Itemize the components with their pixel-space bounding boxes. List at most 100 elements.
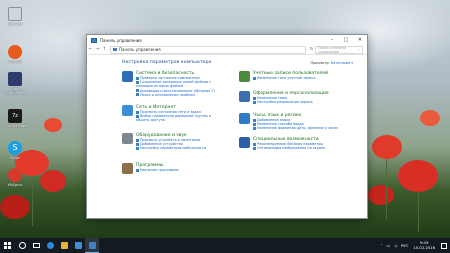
desktop-icon-skype[interactable]: S Skype xyxy=(2,141,28,160)
recycle-bin-icon xyxy=(8,7,22,21)
category-icon[interactable] xyxy=(122,105,133,116)
control-panel-icon xyxy=(113,48,117,51)
category-link[interactable]: Изменение форматов даты, времени и чисел xyxy=(253,126,338,130)
up-arrow-icon[interactable]: ↑ xyxy=(101,47,108,52)
taskbar-search-button[interactable] xyxy=(15,238,29,253)
start-button[interactable] xyxy=(0,238,15,253)
title-bar[interactable]: Панель управления – □ ✕ xyxy=(87,35,367,45)
category-icon[interactable] xyxy=(239,137,250,148)
notification-icon[interactable] xyxy=(441,242,447,249)
skype-icon: S xyxy=(8,141,22,155)
category-link[interactable]: Удаление программы xyxy=(136,168,179,172)
category-icon[interactable] xyxy=(239,91,250,102)
shield-icon xyxy=(136,89,139,93)
shield-icon xyxy=(136,138,139,142)
category-link[interactable]: Сохранение резервных копий файлов с помо… xyxy=(136,80,222,88)
breadcrumb-label: Панель управления xyxy=(119,47,161,52)
category-link-label: Сохранение резервных копий файлов с помо… xyxy=(136,80,212,89)
refresh-icon[interactable]: ↻ xyxy=(308,47,315,52)
back-arrow-icon[interactable]: ← xyxy=(87,47,94,52)
network-icon[interactable]: ▭ xyxy=(386,243,390,248)
desktop-icon-recycle-bin[interactable]: Корзина xyxy=(2,7,28,26)
category-icon[interactable] xyxy=(122,163,133,174)
desktop-icon-therar[interactable]: TheRAR xyxy=(2,45,28,64)
poppy xyxy=(0,195,30,219)
desktop-icon-label: Корзина xyxy=(7,22,23,26)
category-link-label: Настройка разрешения экрана xyxy=(257,100,313,105)
kmspico-icon xyxy=(8,168,22,182)
minimize-button[interactable]: – xyxy=(325,35,339,45)
category-link[interactable]: Настройка параметров мобильности xyxy=(136,146,206,150)
windows-icon xyxy=(4,242,11,249)
close-button[interactable]: ✕ xyxy=(353,35,367,45)
breadcrumb[interactable]: Панель управления xyxy=(110,45,306,54)
category-icon[interactable] xyxy=(239,71,250,82)
category: Часы, язык и регион Добавление языка Измен… xyxy=(239,113,354,131)
store-icon xyxy=(74,242,82,249)
maximize-button[interactable]: □ xyxy=(339,35,353,45)
category: Система и безопасность Проверка состояния… xyxy=(122,71,222,97)
therar-icon xyxy=(8,45,22,59)
search-icon xyxy=(18,242,26,249)
category-link[interactable]: Изменение типа учетной записи xyxy=(253,76,328,80)
taskbar-store[interactable] xyxy=(71,238,85,253)
poppy xyxy=(40,170,66,192)
desktop-icon-label: Total Commander xyxy=(4,87,26,95)
category-link-label: Поиск и исправление проблем xyxy=(140,92,195,97)
clock[interactable]: 9:09 15.02.2016 xyxy=(413,240,435,250)
search-placeholder: Поиск в панели управления xyxy=(318,45,346,54)
shield-icon xyxy=(253,96,256,100)
edge-icon xyxy=(46,242,54,249)
stem xyxy=(32,176,33,226)
7zip-icon: 7z xyxy=(8,109,22,123)
poppy xyxy=(420,110,440,126)
system-tray: ˄ ▭ ◁ РУС 9:09 15.02.2016 xyxy=(379,238,450,253)
category-link-label: Изменение форматов даты, времени и чисел xyxy=(257,126,338,131)
window-title: Панель управления xyxy=(100,37,142,43)
taskbar-edge[interactable] xyxy=(43,238,57,253)
search-input[interactable]: Поиск в панели управления ⌕ xyxy=(315,45,363,54)
language-indicator[interactable]: РУС xyxy=(401,243,408,248)
category-link[interactable]: Поиск и исправление проблем xyxy=(136,93,222,97)
poppy xyxy=(368,185,394,205)
desktop-icon-label: KMSpico xyxy=(7,183,23,187)
view-by-dropdown[interactable]: Категория ▾ xyxy=(331,61,353,65)
desktop-icon-label: TheRAR xyxy=(8,60,22,64)
category: Оборудование и звук Просмотр устройств и … xyxy=(122,133,222,151)
shield-icon xyxy=(253,76,256,80)
search-icon: ⌕ xyxy=(358,47,360,52)
main-content: Настройка параметров компьютера Просмотр… xyxy=(87,55,367,218)
stem xyxy=(418,192,419,232)
task-view-button[interactable] xyxy=(29,238,43,253)
shield-icon xyxy=(136,146,139,150)
category: Программы Удаление программы xyxy=(122,163,222,174)
poppy xyxy=(44,118,62,132)
category: Сеть и Интернет Просмотр состояния сети и… xyxy=(122,105,222,123)
category: Специальные возможности Рекомендуемые Win… xyxy=(239,137,354,150)
taskbar-explorer[interactable] xyxy=(57,238,71,253)
category-link[interactable]: Оптимизация изображения на экране xyxy=(253,146,325,150)
chevron-up-icon[interactable]: ˄ xyxy=(381,243,383,248)
desktop-icon-kmspico[interactable]: KMSpico xyxy=(2,168,28,187)
category-link[interactable]: Настройка разрешения экрана xyxy=(253,100,329,104)
forward-arrow-icon[interactable]: → xyxy=(94,47,101,52)
desktop-icon-7zip[interactable]: 7z 7-Zip Manager xyxy=(2,109,28,128)
stem xyxy=(386,159,387,219)
category-link[interactable]: Выбор параметров домашней группы и общег… xyxy=(136,114,222,122)
category-icon[interactable] xyxy=(122,71,133,82)
category-icon[interactable] xyxy=(239,113,250,124)
taskbar: ˄ ▭ ◁ РУС 9:09 15.02.2016 xyxy=(0,238,450,253)
volume-icon[interactable]: ◁ xyxy=(394,243,397,248)
category-link-label: Удаление программы xyxy=(140,168,179,172)
category-link-label: Настройка параметров мобильности xyxy=(140,146,206,151)
shield-icon xyxy=(253,146,256,150)
desktop-icon-total-commander[interactable]: Total Commander xyxy=(2,72,28,95)
task-view-icon xyxy=(32,243,40,248)
shield-icon xyxy=(136,114,139,118)
category-icon[interactable] xyxy=(122,133,133,144)
shield-icon xyxy=(253,100,256,104)
taskbar-control-panel[interactable] xyxy=(85,238,99,253)
category-link-label: Изменение типа учетной записи xyxy=(257,76,316,80)
shield-icon xyxy=(253,142,256,146)
view-by: Просмотр: Категория ▾ xyxy=(310,61,353,65)
